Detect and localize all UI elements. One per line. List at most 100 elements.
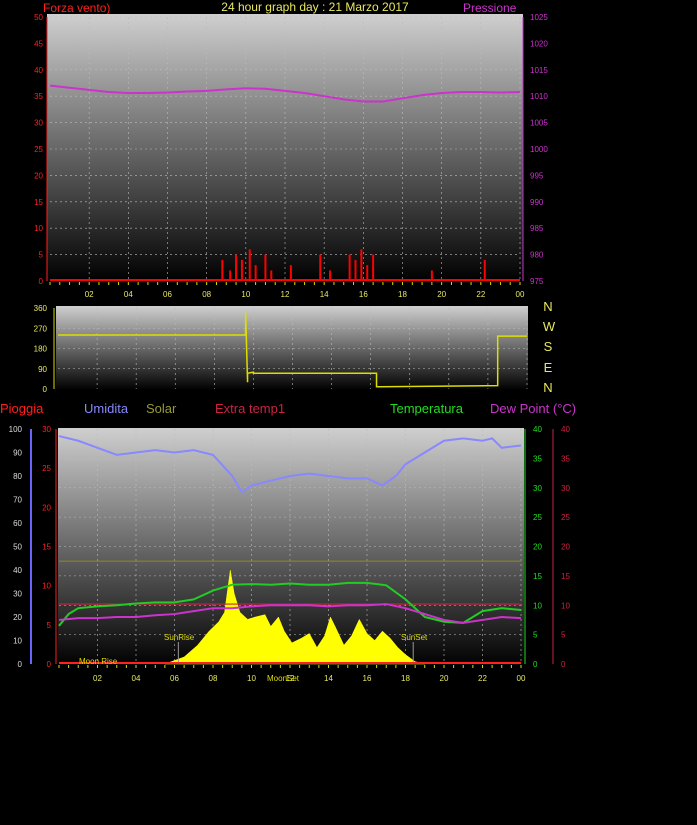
- legend-solar: Solar: [146, 401, 177, 416]
- right-tick-label: 1025: [530, 13, 548, 22]
- moon-rise-label: Moon Rise: [79, 657, 118, 666]
- mid-tick-label: 10: [42, 582, 51, 591]
- left-tick-label: 20: [34, 171, 43, 180]
- wind-direction-panel: 0 90 180 270 360: [34, 304, 528, 394]
- mid-tick-label: 0: [47, 660, 52, 669]
- compass-w: W: [543, 319, 556, 334]
- rain-tick-label: 60: [13, 519, 22, 528]
- x-tick-label: 18: [398, 290, 407, 299]
- x-tick-label: 16: [359, 290, 368, 299]
- mid-tick-label: 30: [42, 425, 51, 434]
- right-tick-label: 1020: [530, 39, 548, 48]
- dew-tick-label: 40: [561, 425, 570, 434]
- compass-labels: N W S E N: [543, 299, 556, 395]
- temperature-humidity-panel: 0 05 510 1015 1520 2025 2530 3035 3540 4001020304…: [9, 425, 571, 683]
- legend-extra-temp: Extra temp1: [215, 401, 285, 416]
- legend-panel3: Pioggia Umidita Solar Extra temp1 Temper…: [0, 401, 576, 416]
- pressure-axis-label: Pressione: [463, 1, 517, 15]
- dew-tick-label: 25: [561, 513, 570, 522]
- temp-tick-label: 10: [533, 601, 542, 610]
- right-tick-label: 995: [530, 171, 544, 180]
- x-tick-label: 02: [93, 674, 102, 683]
- wind-pressure-panel: 0510152025303540455097598098599099510001…: [34, 13, 548, 299]
- dew-tick-label: 15: [561, 572, 570, 581]
- temp-tick-label: 35: [533, 454, 542, 463]
- temp-tick-label: 25: [533, 513, 542, 522]
- rain-tick-label: 70: [13, 496, 22, 505]
- left-tick-label: 45: [34, 39, 43, 48]
- temp-tick-label: 15: [533, 572, 542, 581]
- temp-tick-label: 0: [533, 660, 538, 669]
- rain-tick-label: 90: [13, 449, 22, 458]
- x-tick-label: 00: [516, 290, 525, 299]
- rain-tick-label: 80: [13, 472, 22, 481]
- left-tick-label: 50: [34, 13, 43, 22]
- x-tick-label: 06: [163, 290, 172, 299]
- left-tick-label: 10: [34, 224, 43, 233]
- x-tick-label: 20: [440, 674, 449, 683]
- legend-dew-point: Dew Point (°C): [490, 401, 576, 416]
- left-tick-label: 15: [34, 198, 43, 207]
- rain-tick-label: 30: [13, 590, 22, 599]
- rain-tick-label: 100: [9, 425, 23, 434]
- rain-tick-label: 20: [13, 613, 22, 622]
- x-tick-label: 22: [478, 674, 487, 683]
- direction-tick-label: 270: [34, 324, 48, 333]
- x-tick-label: 12: [281, 290, 290, 299]
- rain-tick-label: 10: [13, 637, 22, 646]
- rain-tick-label: 50: [13, 543, 22, 552]
- legend-humidity: Umidita: [84, 401, 129, 416]
- temp-tick-label: 30: [533, 484, 542, 493]
- left-tick-label: 25: [34, 145, 43, 154]
- x-tick-label: 06: [170, 674, 179, 683]
- x-tick-label: 14: [324, 674, 333, 683]
- dew-tick-label: 0: [561, 660, 566, 669]
- x-tick-label: 20: [437, 290, 446, 299]
- right-tick-label: 980: [530, 251, 544, 260]
- left-tick-label: 30: [34, 119, 43, 128]
- x-tick-label: 14: [320, 290, 329, 299]
- left-tick-label: 0: [39, 277, 44, 286]
- mid-tick-label: 5: [47, 621, 52, 630]
- x-tick-label: 18: [401, 674, 410, 683]
- moon-set-label: MoonSet: [267, 674, 300, 683]
- x-tick-label: 08: [202, 290, 211, 299]
- x-tick-label: 04: [124, 290, 133, 299]
- wind-axis-label: Forza vento): [43, 1, 110, 15]
- right-tick-label: 1005: [530, 119, 548, 128]
- legend-temperature: Temperatura: [390, 401, 464, 416]
- x-tick-label: 10: [247, 674, 256, 683]
- legend-rain: Pioggia: [0, 401, 44, 416]
- x-tick-label: 00: [517, 674, 526, 683]
- right-tick-label: 1010: [530, 92, 548, 101]
- dew-tick-label: 10: [561, 601, 570, 610]
- direction-tick-label: 0: [43, 385, 48, 394]
- dew-tick-label: 35: [561, 454, 570, 463]
- temp-tick-label: 5: [533, 631, 538, 640]
- x-tick-label: 22: [476, 290, 485, 299]
- x-tick-label: 02: [85, 290, 94, 299]
- right-tick-label: 1015: [530, 66, 548, 75]
- x-tick-label: 16: [363, 674, 372, 683]
- chart-title: 24 hour graph day : 21 Marzo 2017: [221, 0, 409, 14]
- compass-n-bottom: N: [543, 380, 552, 395]
- dew-tick-label: 20: [561, 543, 570, 552]
- left-tick-label: 40: [34, 66, 43, 75]
- temp-tick-label: 40: [533, 425, 542, 434]
- mid-tick-label: 20: [42, 503, 51, 512]
- right-tick-label: 985: [530, 224, 544, 233]
- x-tick-label: 10: [241, 290, 250, 299]
- right-tick-label: 975: [530, 277, 544, 286]
- mid-tick-label: 25: [42, 464, 51, 473]
- sunset-label: SunSet: [401, 633, 428, 642]
- x-tick-label: 04: [132, 674, 141, 683]
- compass-s: S: [544, 339, 553, 354]
- temp-tick-label: 20: [533, 543, 542, 552]
- left-tick-label: 35: [34, 92, 43, 101]
- dew-tick-label: 30: [561, 484, 570, 493]
- compass-e: E: [544, 360, 553, 375]
- mid-tick-label: 15: [42, 543, 51, 552]
- dew-tick-label: 5: [561, 631, 566, 640]
- direction-tick-label: 360: [34, 304, 48, 313]
- direction-tick-label: 90: [38, 365, 47, 374]
